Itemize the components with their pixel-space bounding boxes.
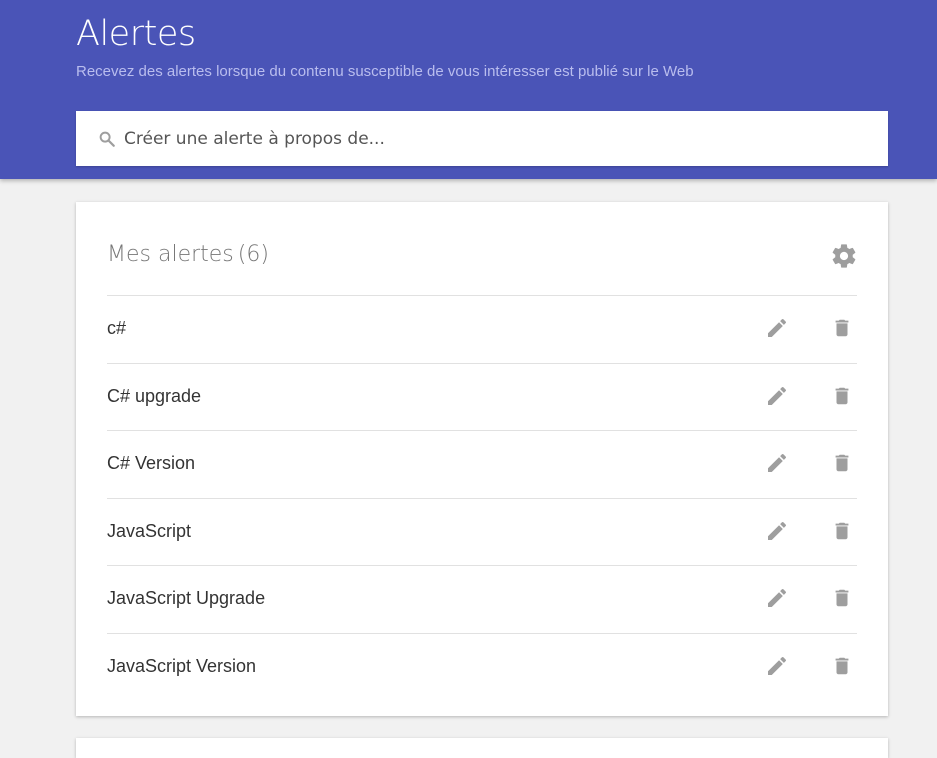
next-card: [76, 738, 888, 758]
trash-icon[interactable]: [831, 654, 853, 678]
pencil-icon[interactable]: [765, 654, 789, 678]
alert-row: JavaScript Upgrade: [107, 565, 857, 633]
alert-label[interactable]: c#: [107, 317, 126, 339]
alert-label[interactable]: JavaScript Version: [107, 655, 256, 677]
trash-icon[interactable]: [831, 316, 853, 340]
alerts-card: Mes alertes (6) c# C# upgrade C# Version …: [76, 202, 888, 716]
alert-row: C# Version: [107, 430, 857, 498]
alert-row: c#: [107, 295, 857, 363]
pencil-icon[interactable]: [765, 519, 789, 543]
search-input[interactable]: [124, 111, 864, 166]
pencil-icon[interactable]: [765, 316, 789, 340]
alert-row: JavaScript Version: [107, 632, 857, 701]
pencil-icon[interactable]: [765, 586, 789, 610]
alerts-count: (6): [237, 242, 269, 267]
alert-row: C# upgrade: [107, 362, 857, 431]
page-title: Alertes: [76, 14, 196, 54]
alerts-heading-label: Mes alertes: [107, 242, 234, 267]
alert-label[interactable]: C# upgrade: [107, 385, 201, 407]
alert-label[interactable]: JavaScript Upgrade: [107, 587, 265, 609]
pencil-icon[interactable]: [765, 451, 789, 475]
trash-icon[interactable]: [831, 519, 853, 543]
alert-label[interactable]: C# Version: [107, 452, 195, 474]
alerts-list: c# C# upgrade C# Version JavaScript Java…: [107, 295, 857, 700]
gear-icon[interactable]: [830, 242, 858, 270]
search-icon: [99, 131, 115, 147]
alert-row: JavaScript: [107, 497, 857, 566]
trash-icon[interactable]: [831, 451, 853, 475]
page-subtitle: Recevez des alertes lorsque du contenu s…: [76, 63, 694, 80]
trash-icon[interactable]: [831, 586, 853, 610]
trash-icon[interactable]: [831, 384, 853, 408]
search-box: [76, 111, 888, 166]
alert-label[interactable]: JavaScript: [107, 520, 191, 542]
pencil-icon[interactable]: [765, 384, 789, 408]
header-banner: Alertes Recevez des alertes lorsque du c…: [0, 0, 937, 179]
alerts-heading: Mes alertes (6): [107, 240, 269, 270]
